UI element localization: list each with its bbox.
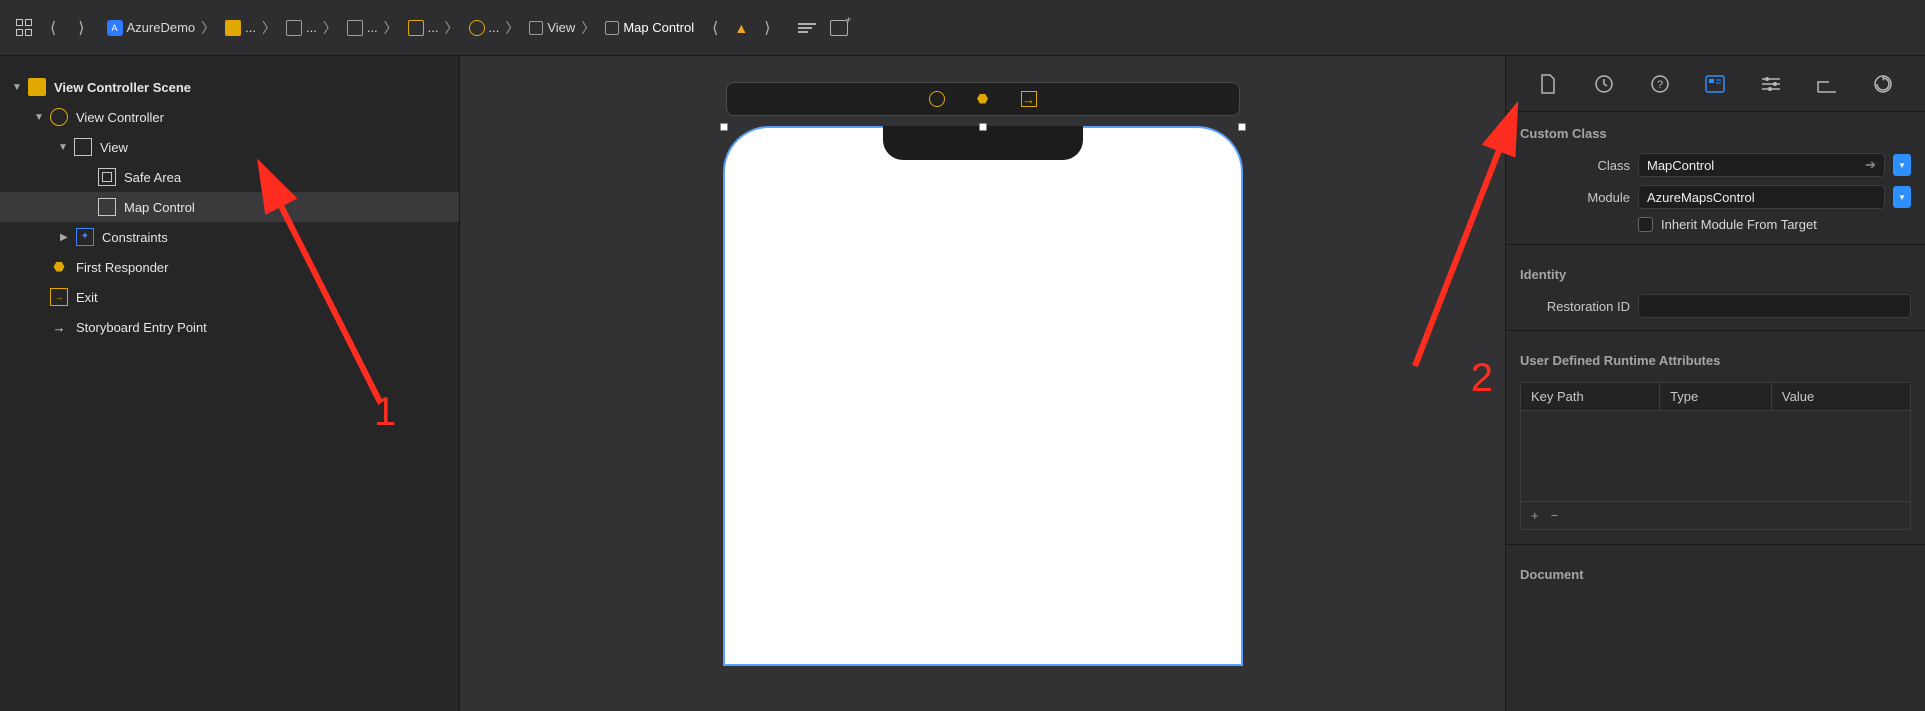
breadcrumb-scene[interactable]: ... 〉 — [406, 16, 463, 40]
udra-section-title: User Defined Runtime Attributes — [1506, 339, 1925, 376]
breadcrumb-folder[interactable]: ... 〉 — [223, 16, 280, 40]
warning-icon[interactable]: ▲ — [734, 20, 748, 36]
annotation-number-2: 2 — [1471, 356, 1493, 401]
controller-icon — [469, 20, 485, 36]
file-inspector-tab[interactable] — [1536, 72, 1560, 96]
annotation-arrow-2 — [1395, 116, 1515, 386]
related-items-icon[interactable] — [16, 19, 34, 37]
svg-text:?: ? — [1657, 79, 1663, 91]
view-controller-dock-icon[interactable] — [929, 91, 945, 107]
breadcrumb-file-1[interactable]: ... 〉 — [284, 16, 341, 40]
help-inspector-tab[interactable]: ? — [1648, 72, 1672, 96]
jump-bar: ⟨ ⟩ A AzureDemo 〉 ... 〉 ... 〉 ... 〉 — [0, 0, 1925, 56]
udra-body[interactable] — [1521, 411, 1910, 501]
project-icon: A — [107, 20, 123, 36]
document-outline: ▼ View Controller Scene ▼ View Controlle… — [0, 56, 460, 711]
module-field[interactable]: AzureMapsControl — [1638, 185, 1885, 209]
breadcrumb-project[interactable]: A AzureDemo 〉 — [105, 16, 220, 40]
breadcrumb-project-label: AzureDemo — [127, 20, 196, 35]
first-responder-dock-icon[interactable]: ⬣ — [975, 91, 991, 107]
outline-view-controller[interactable]: ▼ View Controller — [0, 102, 459, 132]
view-icon — [605, 21, 619, 35]
inherit-module-checkbox[interactable] — [1638, 217, 1653, 232]
folder-icon — [225, 20, 241, 36]
udra-col-type[interactable]: Type — [1660, 383, 1772, 410]
entry-point-icon: → — [50, 318, 68, 336]
class-field[interactable]: MapControl ➔ — [1638, 153, 1885, 177]
nav-back-button[interactable]: ⟨ — [44, 18, 62, 38]
udra-add-button[interactable]: + — [1531, 508, 1539, 523]
udra-col-value[interactable]: Value — [1772, 383, 1910, 410]
exit-dock-icon[interactable]: → — [1021, 91, 1037, 107]
device-notch — [883, 126, 1083, 160]
view-icon — [74, 138, 92, 156]
breadcrumb-file-2[interactable]: ... 〉 — [345, 16, 402, 40]
connections-inspector-tab[interactable] — [1871, 72, 1895, 96]
identity-section-title: Identity — [1506, 253, 1925, 290]
storyboard-icon — [286, 20, 302, 36]
interface-builder-canvas[interactable]: ⬣ → 2 — [460, 56, 1505, 711]
module-label: Module — [1520, 190, 1630, 205]
class-jump-icon[interactable]: ➔ — [1865, 157, 1876, 173]
breadcrumb-map-control[interactable]: Map Control — [603, 18, 696, 37]
class-label: Class — [1520, 158, 1630, 173]
inspector-panel: ? Custom Class Class MapControl ➔ ▾ Modu… — [1505, 56, 1925, 711]
issue-prev-button[interactable]: ⟨ — [706, 18, 724, 38]
device-preview[interactable] — [723, 126, 1243, 666]
storyboard-icon — [347, 20, 363, 36]
attributes-inspector-tab[interactable] — [1759, 72, 1783, 96]
first-responder-icon: ⬣ — [50, 258, 68, 276]
history-inspector-tab[interactable] — [1592, 72, 1616, 96]
breadcrumb-view[interactable]: View 〉 — [527, 16, 599, 40]
size-inspector-tab[interactable] — [1815, 72, 1839, 96]
inspector-tabs: ? — [1506, 56, 1925, 112]
adjust-editor-icon[interactable] — [798, 23, 816, 33]
scene-icon — [28, 78, 46, 96]
scene-dock[interactable]: ⬣ → — [726, 82, 1240, 116]
safe-area-icon — [98, 168, 116, 186]
outline-view[interactable]: ▼ View — [0, 132, 459, 162]
constraints-icon: ✦ — [76, 228, 94, 246]
udra-col-key[interactable]: Key Path — [1521, 383, 1660, 410]
custom-class-section-title: Custom Class — [1506, 112, 1925, 149]
outline-scene[interactable]: ▼ View Controller Scene — [0, 72, 459, 102]
resize-handle[interactable] — [720, 123, 728, 131]
class-dropdown-button[interactable]: ▾ — [1893, 154, 1911, 176]
annotation-number-1: 1 — [374, 390, 396, 435]
map-control-icon — [98, 198, 116, 216]
breadcrumb-controller[interactable]: ... 〉 — [467, 16, 524, 40]
udra-remove-button[interactable]: − — [1551, 508, 1559, 523]
inherit-module-label: Inherit Module From Target — [1661, 217, 1817, 232]
module-dropdown-button[interactable]: ▾ — [1893, 186, 1911, 208]
view-controller-icon — [50, 108, 68, 126]
breadcrumb: A AzureDemo 〉 ... 〉 ... 〉 ... 〉 ... — [105, 16, 697, 40]
identity-inspector-tab[interactable] — [1703, 72, 1727, 96]
exit-icon: → — [50, 288, 68, 306]
add-editor-icon[interactable] — [830, 20, 848, 36]
scene-icon — [408, 20, 424, 36]
document-section-title: Document — [1506, 553, 1925, 590]
nav-forward-button[interactable]: ⟩ — [72, 18, 90, 38]
view-icon — [529, 21, 543, 35]
restoration-id-field[interactable] — [1638, 294, 1911, 318]
resize-handle[interactable] — [979, 123, 987, 131]
resize-handle[interactable] — [1238, 123, 1246, 131]
restoration-id-label: Restoration ID — [1520, 299, 1630, 314]
issue-next-button[interactable]: ⟩ — [758, 18, 776, 38]
udra-table: Key Path Type Value + − — [1520, 382, 1911, 530]
